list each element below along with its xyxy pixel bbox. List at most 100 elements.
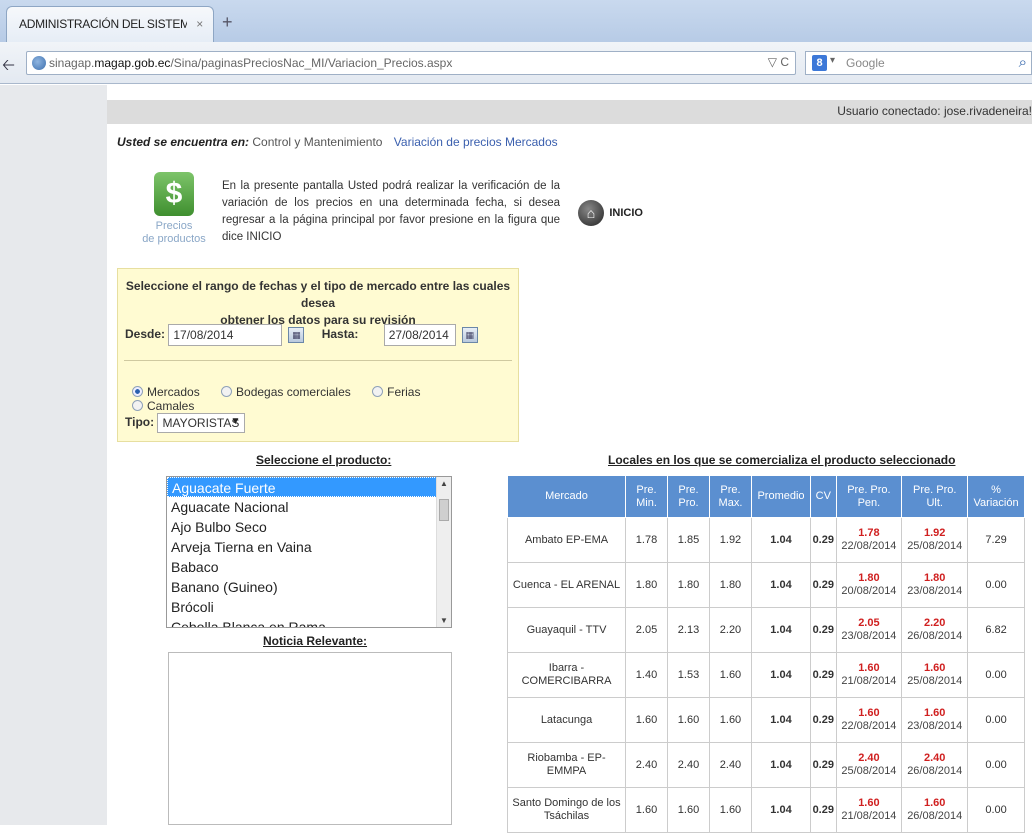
breadcrumb-page[interactable]: Variación de precios Mercados xyxy=(394,135,558,149)
min-cell: 1.40 xyxy=(625,652,668,698)
pre-pro-pen-cell: 1.60 21/08/2014 xyxy=(835,787,903,833)
mercado-cell: Latacunga xyxy=(506,697,627,743)
price-date: 21/08/2014 xyxy=(841,675,897,687)
min-cell: 1.60 xyxy=(625,697,668,743)
col-header: Pre. Max. xyxy=(708,475,752,518)
col-header: % Variación xyxy=(967,475,1025,518)
list-item[interactable]: Banano (Guineo) xyxy=(167,577,451,597)
list-item[interactable]: Arveja Tierna en Vaina xyxy=(167,537,451,557)
search-input[interactable]: 8 ▾ Google ⌕ xyxy=(805,51,1032,75)
noticia-textarea[interactable] xyxy=(168,652,452,825)
close-icon[interactable]: × xyxy=(196,17,203,31)
tipo-row: Tipo: MAYORISTAS ▼ xyxy=(125,413,246,433)
tipo-label: Tipo: xyxy=(125,415,155,430)
radio-dot[interactable] xyxy=(221,386,233,397)
pre-pro-ult-cell: 1.60 26/08/2014 xyxy=(901,787,969,833)
url-prefix: sinagap. xyxy=(49,56,95,70)
min-cell: 1.78 xyxy=(625,517,668,563)
price-value: 2.40 xyxy=(924,752,946,764)
market-type-radios: Mercados Bodegas comerciales Ferias Cama… xyxy=(132,385,518,413)
pre-pro-ult-cell: 1.92 25/08/2014 xyxy=(901,517,969,563)
list-item[interactable]: Brócoli xyxy=(167,597,451,617)
price-value: 1.60 xyxy=(858,707,880,719)
promedio-cell: 1.04 xyxy=(750,742,812,788)
price-date: 21/08/2014 xyxy=(841,810,897,822)
cv-cell: 0.29 xyxy=(810,607,837,653)
price-date: 25/08/2014 xyxy=(841,765,897,777)
col-header: Pre. Pro. xyxy=(667,475,710,518)
price-value: 2.40 xyxy=(858,752,880,764)
calendar-icon[interactable]: ▦ xyxy=(461,327,478,343)
calendar-icon[interactable]: ▦ xyxy=(288,327,305,343)
price-date: 26/08/2014 xyxy=(907,810,963,822)
reload-icon[interactable]: ▽ C xyxy=(768,55,789,69)
pre-pro-ult-cell: 1.80 23/08/2014 xyxy=(901,562,969,608)
table-row: Ibarra - COMERCIBARRA 1.40 1.53 1.60 1.04 0.2… xyxy=(506,652,1025,698)
min-cell: 2.05 xyxy=(625,607,668,653)
table-row: Latacunga 1.60 1.60 1.60 1.04 0.29 1.60 22/08/2… xyxy=(506,697,1025,743)
search-engine-icon[interactable]: 8 xyxy=(812,55,827,71)
price-date: 23/08/2014 xyxy=(841,630,897,642)
url-bar[interactable]: sinagap.magap.gob.ec/Sina/paginasPrecios… xyxy=(26,51,796,75)
home-label: INICIO xyxy=(609,207,643,219)
breadcrumb-section[interactable]: Control y Mantenimiento xyxy=(252,135,382,149)
min-cell: 2.40 xyxy=(625,742,668,788)
scroll-up-icon[interactable]: ▲ xyxy=(440,479,448,488)
pro-cell: 2.40 xyxy=(667,742,710,788)
list-item[interactable]: Babaco xyxy=(167,557,451,577)
product-listbox[interactable]: Aguacate Fuerte Aguacate Nacional Ajo Bulb… xyxy=(166,476,452,628)
prices-products-icon[interactable]: $ Precios de productos xyxy=(140,172,208,246)
tipo-select[interactable]: MAYORISTAS ▼ xyxy=(157,413,246,433)
radio-ferias[interactable]: Ferias xyxy=(372,385,420,399)
pre-pro-ult-cell: 2.40 26/08/2014 xyxy=(901,742,969,788)
promedio-cell: 1.04 xyxy=(750,652,812,698)
variacion-cell: 0.00 xyxy=(967,697,1025,743)
price-date: 26/08/2014 xyxy=(907,630,963,642)
list-item[interactable]: Ajo Bulbo Seco xyxy=(167,517,451,537)
table-header-row: Mercado Pre. Min. Pre. Pro. Pre. Max. Pr… xyxy=(506,475,1025,518)
chevron-down-icon[interactable]: ▼ xyxy=(231,416,241,427)
radio-dot[interactable] xyxy=(372,386,384,397)
pre-pro-pen-cell: 1.78 22/08/2014 xyxy=(835,517,903,563)
home-button[interactable]: ⌂ INICIO xyxy=(578,200,643,226)
promedio-cell: 1.04 xyxy=(750,787,812,833)
list-item[interactable]: Cebolla Blanca en Rama xyxy=(167,617,451,627)
radio-label: Mercados xyxy=(147,385,200,399)
search-icon[interactable]: ⌕ xyxy=(1019,54,1027,71)
variacion-cell: 6.82 xyxy=(967,607,1025,653)
radio-camales[interactable]: Camales xyxy=(132,399,194,413)
price-value: 1.92 xyxy=(924,527,946,539)
hasta-date-input[interactable]: 27/08/2014 xyxy=(383,324,456,346)
scroll-thumb[interactable] xyxy=(439,499,449,521)
list-item[interactable]: Aguacate Nacional xyxy=(167,497,451,517)
cv-cell: 0.29 xyxy=(810,742,837,788)
date-range: Desde: 17/08/2014 ▦ Hasta: 27/08/2014 ▦ xyxy=(125,324,492,346)
radio-mercados[interactable]: Mercados xyxy=(132,385,200,399)
chevron-down-icon[interactable]: ▾ xyxy=(830,55,835,66)
scrollbar[interactable]: ▲ ▼ xyxy=(436,477,451,627)
pre-pro-pen-cell: 1.60 21/08/2014 xyxy=(835,652,903,698)
radio-dot[interactable] xyxy=(132,400,143,411)
back-arrow-icon[interactable]: 🡠 xyxy=(2,54,24,74)
cv-cell: 0.29 xyxy=(810,562,837,608)
home-icon: ⌂ xyxy=(578,200,604,226)
variacion-cell: 0.00 xyxy=(967,652,1025,698)
max-cell: 1.60 xyxy=(708,697,752,743)
price-value: 2.20 xyxy=(924,617,946,629)
max-cell: 1.80 xyxy=(708,562,752,608)
max-cell: 1.60 xyxy=(708,787,752,833)
new-tab-button[interactable]: + xyxy=(222,12,233,33)
price-value: 1.80 xyxy=(924,572,946,584)
min-cell: 1.80 xyxy=(625,562,668,608)
radio-bodegas[interactable]: Bodegas comerciales xyxy=(221,385,351,399)
list-item[interactable]: Aguacate Fuerte xyxy=(167,477,451,497)
promedio-cell: 1.04 xyxy=(750,697,812,743)
variacion-cell: 0.00 xyxy=(967,742,1025,788)
desde-date-input[interactable]: 17/08/2014 xyxy=(168,324,283,346)
browser-tab[interactable]: ADMINISTRACIÓN DEL SISTEM... × xyxy=(6,6,214,42)
col-header: Pre. Min. xyxy=(625,475,668,518)
cv-cell: 0.29 xyxy=(810,517,837,563)
radio-dot[interactable] xyxy=(132,386,143,397)
scroll-down-icon[interactable]: ▼ xyxy=(440,616,448,625)
search-placeholder: Google xyxy=(846,56,885,70)
